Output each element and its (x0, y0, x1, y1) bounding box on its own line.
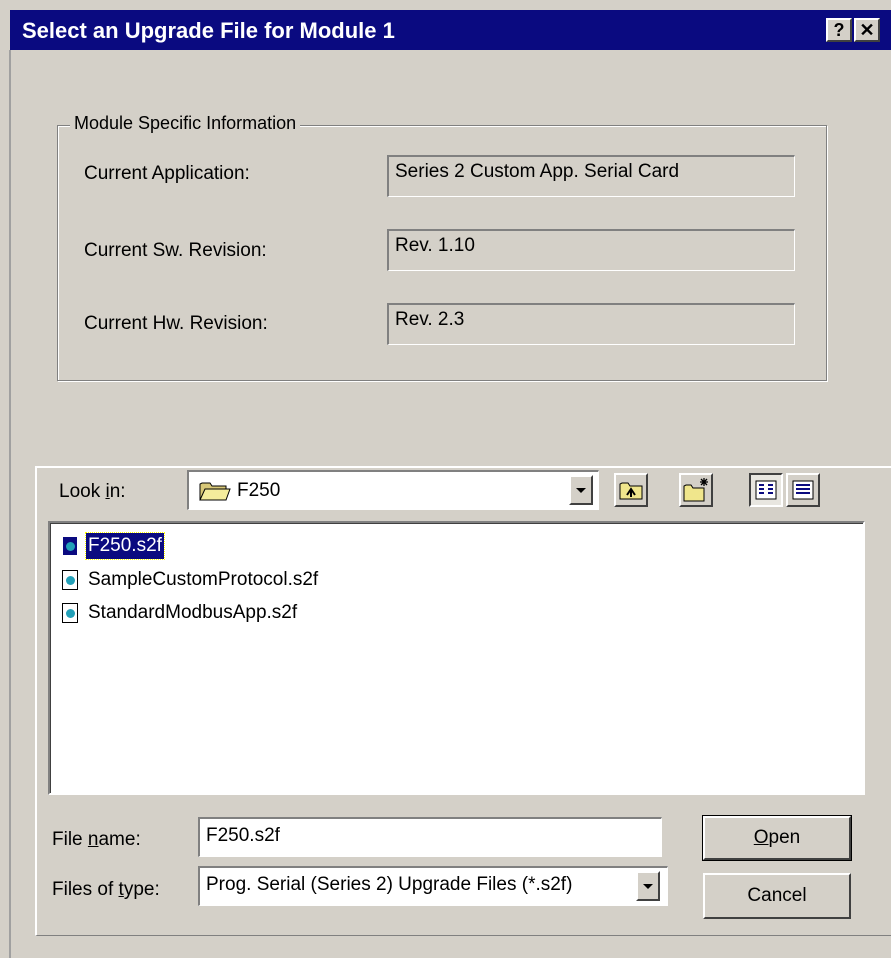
file-name-label: File name: (52, 829, 141, 850)
window-edge (9, 50, 11, 958)
help-button[interactable]: ? (826, 18, 852, 42)
title-bar[interactable]: Select an Upgrade File for Module 1 ? ✕ (10, 10, 891, 50)
details-view-button[interactable] (786, 473, 820, 507)
upgrade-file-dialog: Select an Upgrade File for Module 1 ? ✕ … (0, 0, 891, 958)
file-item-label: StandardModbusApp.s2f (88, 602, 298, 623)
chevron-down-icon (643, 884, 653, 889)
look-in-combo[interactable]: F250 (187, 470, 599, 510)
current-sw-revision-field: Rev. 1.10 (387, 229, 795, 271)
dialog-title: Select an Upgrade File for Module 1 (22, 18, 395, 43)
up-folder-icon (619, 482, 643, 500)
files-of-type-value: Prog. Serial (Series 2) Upgrade Files (*… (206, 874, 573, 895)
files-of-type-select[interactable]: Prog. Serial (Series 2) Upgrade Files (*… (198, 866, 668, 906)
s2f-file-icon (62, 603, 78, 623)
look-in-label: Look in: (59, 481, 126, 502)
details-view-icon (792, 480, 814, 500)
current-hw-revision-field: Rev. 2.3 (387, 303, 795, 345)
new-folder-button[interactable] (679, 473, 713, 507)
cancel-button[interactable]: Cancel (703, 873, 851, 919)
file-item-label: F250.s2f (85, 532, 165, 560)
current-sw-revision-label: Current Sw. Revision: (84, 240, 267, 261)
look-in-value: F250 (237, 480, 281, 501)
new-folder-icon (683, 478, 708, 502)
files-of-type-label: Files of type: (52, 879, 160, 900)
folder-icon (199, 482, 231, 501)
current-application-field: Series 2 Custom App. Serial Card (387, 155, 795, 197)
open-button[interactable]: Open (702, 815, 852, 861)
chevron-down-icon (576, 488, 586, 493)
s2f-file-icon (62, 570, 78, 590)
s2f-file-icon (62, 536, 78, 556)
module-info-legend: Module Specific Information (70, 113, 301, 134)
list-view-button[interactable] (749, 473, 783, 507)
current-hw-revision-label: Current Hw. Revision: (84, 313, 268, 334)
file-name-input[interactable]: F250.s2f (198, 817, 662, 857)
close-button[interactable]: ✕ (854, 18, 880, 42)
up-folder-button[interactable] (614, 473, 648, 507)
file-item-label: SampleCustomProtocol.s2f (88, 569, 319, 590)
look-in-dropdown-button[interactable] (569, 475, 593, 505)
file-list[interactable]: F250.s2f SampleCustomProtocol.s2f Standa… (48, 521, 865, 795)
files-of-type-dropdown-button[interactable] (636, 871, 660, 901)
current-application-label: Current Application: (84, 163, 250, 184)
list-view-icon (755, 480, 777, 500)
